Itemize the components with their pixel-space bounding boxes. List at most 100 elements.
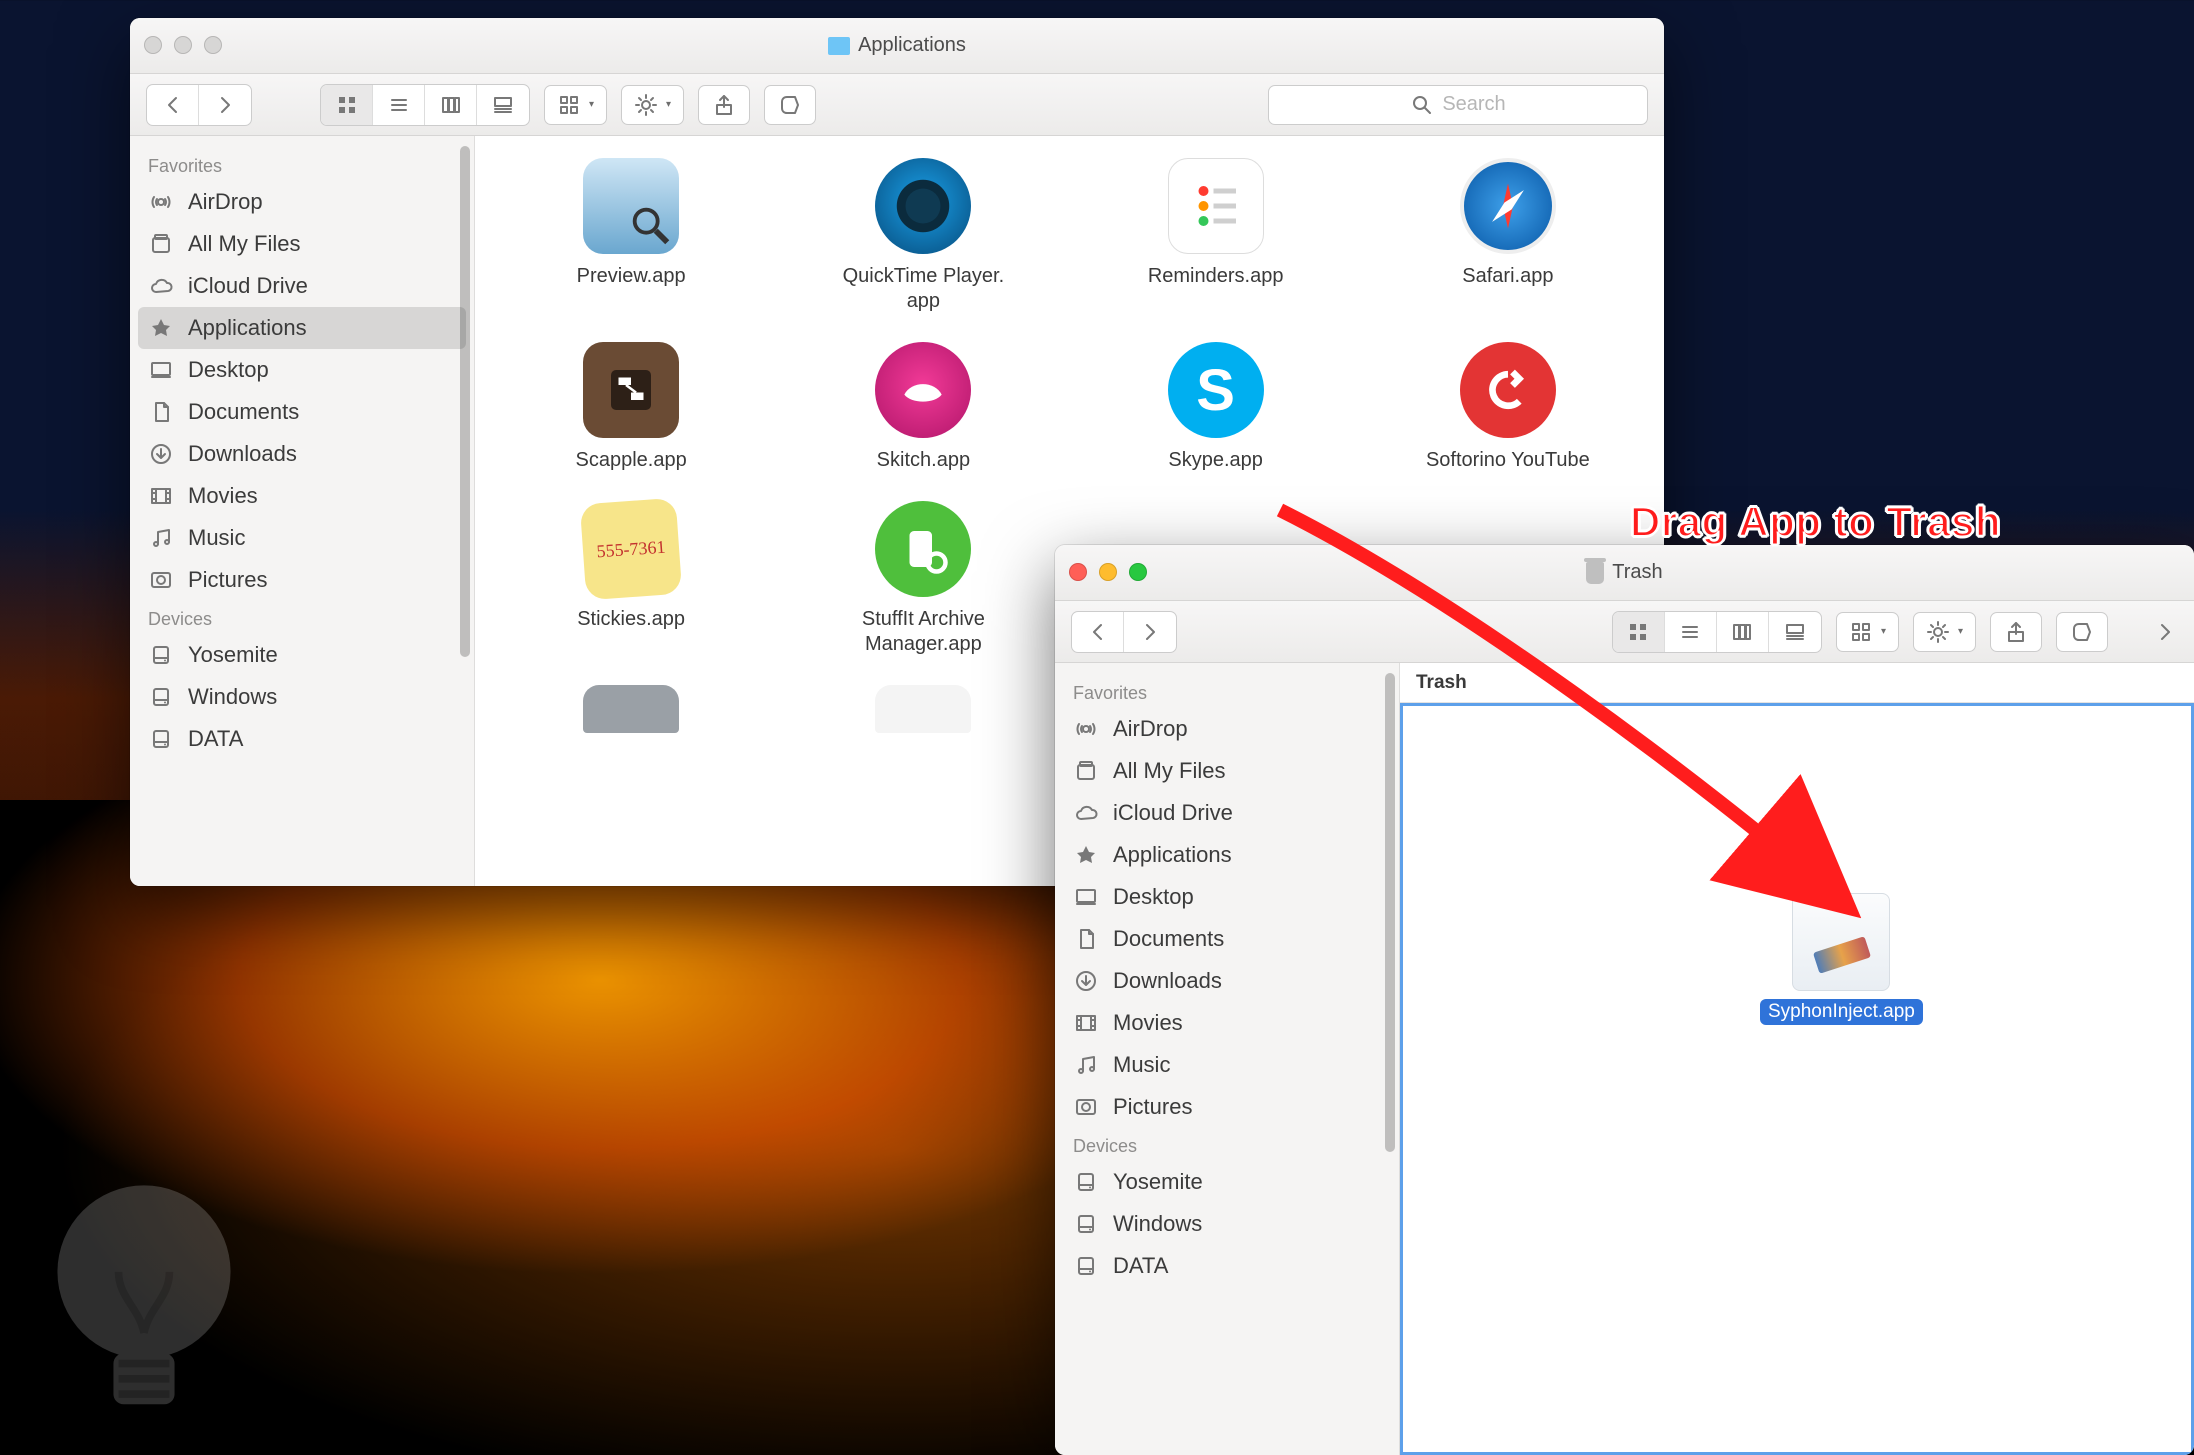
app-label: QuickTime Player.app bbox=[843, 264, 1005, 314]
sidebar-item-airdrop[interactable]: AirDrop bbox=[130, 181, 474, 223]
file-item[interactable]: SyphonInject.app bbox=[1760, 893, 1923, 1025]
back-button[interactable] bbox=[147, 85, 199, 125]
action-button[interactable]: ▾ bbox=[1913, 612, 1976, 652]
search-field[interactable]: Search bbox=[1268, 85, 1648, 125]
share-button[interactable] bbox=[1990, 612, 2042, 652]
sidebar-item-documents[interactable]: Documents bbox=[1055, 918, 1399, 960]
app-icon bbox=[1460, 342, 1556, 438]
app-item[interactable]: Skitch.app bbox=[808, 342, 1038, 473]
sidebar-item-label: Windows bbox=[188, 684, 277, 710]
sidebar-item-label: Pictures bbox=[188, 567, 267, 593]
sidebar-item-label: DATA bbox=[188, 726, 243, 752]
sidebar-item-windows[interactable]: Windows bbox=[1055, 1203, 1399, 1245]
zoom-button[interactable] bbox=[204, 36, 222, 54]
nav-buttons bbox=[146, 84, 252, 126]
sidebar-item-music[interactable]: Music bbox=[1055, 1044, 1399, 1086]
sidebar-item-label: Downloads bbox=[1113, 968, 1222, 994]
view-icons-button[interactable] bbox=[321, 85, 373, 125]
back-button[interactable] bbox=[1072, 612, 1124, 652]
minimize-button[interactable] bbox=[1099, 563, 1117, 581]
sidebar-item-label: Desktop bbox=[188, 357, 269, 383]
sidebar-item-pictures[interactable]: Pictures bbox=[130, 559, 474, 601]
sidebar-item-all-my-files[interactable]: All My Files bbox=[1055, 750, 1399, 792]
sidebar-item-label: Pictures bbox=[1113, 1094, 1192, 1120]
sidebar-item-downloads[interactable]: Downloads bbox=[130, 433, 474, 475]
app-item[interactable]: Scapple.app bbox=[516, 342, 746, 473]
sidebar-item-yosemite[interactable]: Yosemite bbox=[130, 634, 474, 676]
view-list-button[interactable] bbox=[1665, 612, 1717, 652]
sidebar-item-data[interactable]: DATA bbox=[130, 718, 474, 760]
sidebar-scrollbar[interactable] bbox=[1385, 673, 1395, 1445]
toolbar-overflow-button[interactable] bbox=[2154, 612, 2178, 652]
sidebar-item-icloud-drive[interactable]: iCloud Drive bbox=[1055, 792, 1399, 834]
sidebar-item-desktop[interactable]: Desktop bbox=[1055, 876, 1399, 918]
app-icon bbox=[583, 158, 679, 254]
app-item[interactable]: Reminders.app bbox=[1101, 158, 1331, 314]
close-button[interactable] bbox=[1069, 563, 1087, 581]
sidebar-item-music[interactable]: Music bbox=[130, 517, 474, 559]
tags-button[interactable] bbox=[764, 85, 816, 125]
sidebar-item-documents[interactable]: Documents bbox=[130, 391, 474, 433]
app-item[interactable]: 555-7361Stickies.app bbox=[516, 501, 746, 657]
app-item[interactable] bbox=[516, 685, 746, 733]
toolbar: ▾ ▾ bbox=[1055, 601, 2194, 663]
forward-button[interactable] bbox=[199, 85, 251, 125]
app-item[interactable]: Preview.app bbox=[516, 158, 746, 314]
arrange-button[interactable]: ▾ bbox=[1836, 612, 1899, 652]
movies-icon bbox=[1073, 1011, 1099, 1035]
close-button[interactable] bbox=[144, 36, 162, 54]
sidebar-item-movies[interactable]: Movies bbox=[1055, 1002, 1399, 1044]
sidebar-item-downloads[interactable]: Downloads bbox=[1055, 960, 1399, 1002]
path-location: Trash bbox=[1416, 672, 1467, 694]
sidebar-item-label: All My Files bbox=[1113, 758, 1225, 784]
disk-icon bbox=[1073, 1170, 1099, 1194]
sidebar-item-data[interactable]: DATA bbox=[1055, 1245, 1399, 1287]
window-title: Applications bbox=[858, 34, 966, 57]
sidebar-item-all-my-files[interactable]: All My Files bbox=[130, 223, 474, 265]
finder-window-trash: Trash ▾ ▾ FavoritesAirDrop All My Files iC… bbox=[1055, 545, 2194, 1455]
applications-icon bbox=[148, 316, 174, 340]
sidebar-item-icloud-drive[interactable]: iCloud Drive bbox=[130, 265, 474, 307]
sidebar-item-yosemite[interactable]: Yosemite bbox=[1055, 1161, 1399, 1203]
forward-button[interactable] bbox=[1124, 612, 1176, 652]
view-coverflow-button[interactable] bbox=[477, 85, 529, 125]
app-item[interactable]: Softorino YouTube bbox=[1393, 342, 1623, 473]
sidebar-item-airdrop[interactable]: AirDrop bbox=[1055, 708, 1399, 750]
sidebar-item-desktop[interactable]: Desktop bbox=[130, 349, 474, 391]
action-button[interactable]: ▾ bbox=[621, 85, 684, 125]
sidebar-item-movies[interactable]: Movies bbox=[130, 475, 474, 517]
sidebar-item-applications[interactable]: Applications bbox=[138, 307, 466, 349]
sidebar-item-pictures[interactable]: Pictures bbox=[1055, 1086, 1399, 1128]
app-label: Softorino YouTube bbox=[1426, 448, 1590, 473]
sidebar-header: Favorites bbox=[1055, 675, 1399, 708]
window-controls bbox=[144, 36, 222, 54]
sidebar-scrollbar[interactable] bbox=[460, 146, 470, 876]
sidebar-item-applications[interactable]: Applications bbox=[1055, 834, 1399, 876]
view-list-button[interactable] bbox=[373, 85, 425, 125]
arrange-button[interactable]: ▾ bbox=[544, 85, 607, 125]
view-icons-button[interactable] bbox=[1613, 612, 1665, 652]
sidebar-item-label: iCloud Drive bbox=[1113, 800, 1233, 826]
app-item[interactable]: QuickTime Player.app bbox=[808, 158, 1038, 314]
app-item[interactable]: Safari.app bbox=[1393, 158, 1623, 314]
minimize-button[interactable] bbox=[174, 36, 192, 54]
view-columns-button[interactable] bbox=[1717, 612, 1769, 652]
icloud-icon bbox=[148, 274, 174, 298]
view-coverflow-button[interactable] bbox=[1769, 612, 1821, 652]
all-my-files-icon bbox=[1073, 759, 1099, 783]
app-label: Skitch.app bbox=[877, 448, 970, 473]
app-item[interactable]: StuffIt ArchiveManager.app bbox=[808, 501, 1038, 657]
desktop-icon bbox=[1073, 885, 1099, 909]
app-item[interactable]: SSkype.app bbox=[1101, 342, 1331, 473]
sidebar-item-label: Music bbox=[1113, 1052, 1170, 1078]
app-item[interactable] bbox=[808, 685, 1038, 733]
app-icon bbox=[875, 342, 971, 438]
content-area[interactable]: Trash SyphonInject.app bbox=[1400, 663, 2194, 1455]
zoom-button[interactable] bbox=[1129, 563, 1147, 581]
sidebar-item-windows[interactable]: Windows bbox=[130, 676, 474, 718]
tags-button[interactable] bbox=[2056, 612, 2108, 652]
titlebar[interactable]: Trash bbox=[1055, 545, 2194, 601]
share-button[interactable] bbox=[698, 85, 750, 125]
titlebar[interactable]: Applications bbox=[130, 18, 1664, 74]
view-columns-button[interactable] bbox=[425, 85, 477, 125]
